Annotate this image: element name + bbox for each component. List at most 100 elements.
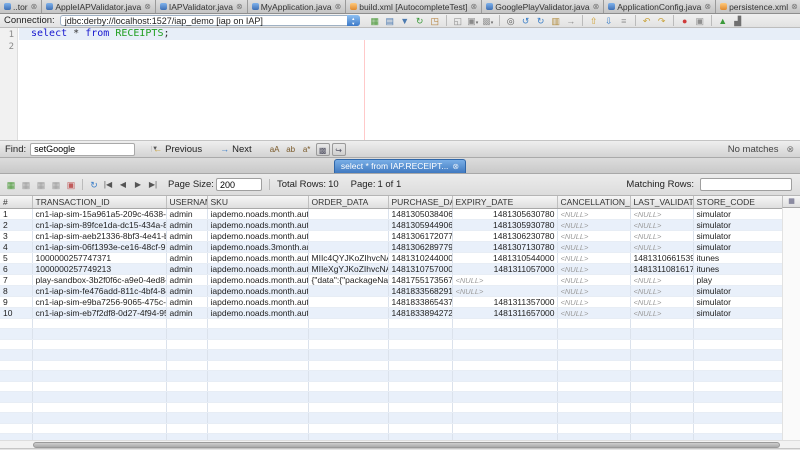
empty-row[interactable] [0,329,782,340]
empty-cell[interactable] [32,339,166,350]
whole-word-icon[interactable]: ab [284,143,298,156]
table-cell[interactable]: <NULL> [557,241,630,252]
table-cell[interactable]: <NULL> [630,285,693,296]
snippets-icon[interactable]: ▣▾ [466,15,480,27]
empty-cell[interactable] [166,339,207,350]
table-cell[interactable]: cn1-iap-sim-fe476add-811c-4bf4-84... [32,285,166,296]
tab-close-icon[interactable]: ⊗ [236,2,243,11]
empty-cell[interactable] [557,371,630,382]
empty-cell[interactable] [308,381,388,392]
table-cell[interactable]: {"data":{"packageNam... [308,274,388,285]
table-cell[interactable]: cn1-iap-sim-aeb21336-8bf3-4e41-b... [32,230,166,241]
table-cell[interactable]: <NULL> [630,307,693,318]
table-cell[interactable]: itunes [693,263,782,274]
empty-cell[interactable] [693,350,782,361]
editor-tab[interactable]: AppleIAPValidator.java⊗ [42,0,156,13]
table-cell[interactable]: cn1-iap-sim-15a961a5-209c-4638-9... [32,208,166,219]
empty-cell[interactable] [166,318,207,329]
table-cell[interactable]: 1481305944906 [388,219,452,230]
empty-cell[interactable] [308,402,388,413]
editor-tab[interactable]: GooglePlayValidator.java⊗ [482,0,604,13]
history-icon[interactable]: ◱ [451,15,465,27]
table-cell[interactable]: <NULL> [557,230,630,241]
table-cell[interactable]: iapdemo.noads.month.auto [207,274,308,285]
empty-cell[interactable] [207,371,308,382]
column-header[interactable]: TRANSACTION_ID [32,196,166,208]
empty-cell[interactable] [32,413,166,424]
empty-cell[interactable] [693,392,782,403]
empty-cell[interactable] [557,392,630,403]
last-page-button[interactable]: ▶| [146,178,160,192]
column-header[interactable]: ORDER_DATA [308,196,388,208]
empty-cell[interactable] [693,371,782,382]
empty-cell[interactable] [630,350,693,361]
empty-cell[interactable] [166,329,207,340]
empty-cell[interactable] [308,350,388,361]
empty-cell[interactable] [308,329,388,340]
empty-row[interactable] [0,402,782,413]
empty-cell[interactable] [207,423,308,434]
table-cell[interactable]: admin [166,274,207,285]
table-cell[interactable]: admin [166,252,207,263]
regex-icon[interactable]: a* [300,143,314,156]
vertical-scrollbar[interactable] [782,208,800,440]
empty-cell[interactable] [630,381,693,392]
table-row[interactable]: 1cn1-iap-sim-15a961a5-209c-4638-9...admi… [0,208,782,219]
code-line-2[interactable] [19,40,800,52]
table-cell[interactable]: admin [166,208,207,219]
table-cell[interactable]: simulator [693,230,782,241]
table-cell[interactable]: 1481311357000 [452,296,557,307]
refresh-connection-icon[interactable]: ↻ [413,15,427,27]
empty-cell[interactable] [207,339,308,350]
find-close-icon[interactable]: ⊗ [786,144,794,155]
tab-close-icon[interactable]: ⊗ [791,2,798,11]
empty-cell[interactable] [32,329,166,340]
column-selector-icon[interactable]: ▦ [782,196,800,208]
empty-cell[interactable] [32,318,166,329]
empty-cell[interactable] [0,381,32,392]
table-cell[interactable]: <NULL> [557,208,630,219]
column-header[interactable]: # [0,196,32,208]
empty-cell[interactable] [166,413,207,424]
table-cell[interactable]: cn1-iap-sim-e9ba7256-9065-475c-9... [32,296,166,307]
empty-cell[interactable] [308,392,388,403]
table-cell[interactable]: <NULL> [557,296,630,307]
table-cell[interactable]: 1 [0,208,32,219]
empty-cell[interactable] [207,350,308,361]
empty-cell[interactable] [0,360,32,371]
empty-cell[interactable] [388,413,452,424]
table-row[interactable]: 9cn1-iap-sim-e9ba7256-9065-475c-9...admi… [0,296,782,307]
empty-cell[interactable] [388,329,452,340]
empty-cell[interactable] [32,371,166,382]
empty-cell[interactable] [693,329,782,340]
empty-cell[interactable] [308,339,388,350]
truncate-table-icon[interactable]: ▣ [64,178,78,192]
table-cell[interactable]: iapdemo.noads.3month.auto [207,241,308,252]
table-cell[interactable]: <NULL> [630,241,693,252]
empty-cell[interactable] [557,350,630,361]
table-cell[interactable]: 1481310661539 [630,252,693,263]
table-cell[interactable]: 4 [0,241,32,252]
result-grid[interactable]: #TRANSACTION_IDUSERNAMESKUORDER_DATAPURC… [0,196,800,440]
empty-cell[interactable] [630,371,693,382]
table-cell[interactable]: <NULL> [630,219,693,230]
insert-row-icon[interactable]: ▦ [4,178,18,192]
table-cell[interactable]: 2 [0,219,32,230]
empty-cell[interactable] [308,423,388,434]
table-cell[interactable]: cn1-iap-sim-06f1393e-ce16-48cf-91... [32,241,166,252]
first-page-button[interactable]: |◀ [101,178,115,192]
empty-cell[interactable] [207,413,308,424]
table-cell[interactable]: <NULL> [630,230,693,241]
table-cell[interactable]: MIIc4QYJKoZIhvcNAQc... [308,252,388,263]
table-cell[interactable] [308,296,388,307]
table-cell[interactable]: <NULL> [630,208,693,219]
table-row[interactable]: 51000000257747371adminiapdemo.noads.mont… [0,252,782,263]
table-row[interactable]: 8cn1-iap-sim-fe476add-811c-4bf4-84...adm… [0,285,782,296]
table-cell[interactable] [308,241,388,252]
empty-cell[interactable] [452,381,557,392]
table-cell[interactable]: iapdemo.noads.month.auto [207,296,308,307]
table-cell[interactable]: 1481306230780 [452,230,557,241]
empty-cell[interactable] [166,360,207,371]
tab-close-icon[interactable]: ⊗ [144,2,151,11]
empty-cell[interactable] [32,360,166,371]
